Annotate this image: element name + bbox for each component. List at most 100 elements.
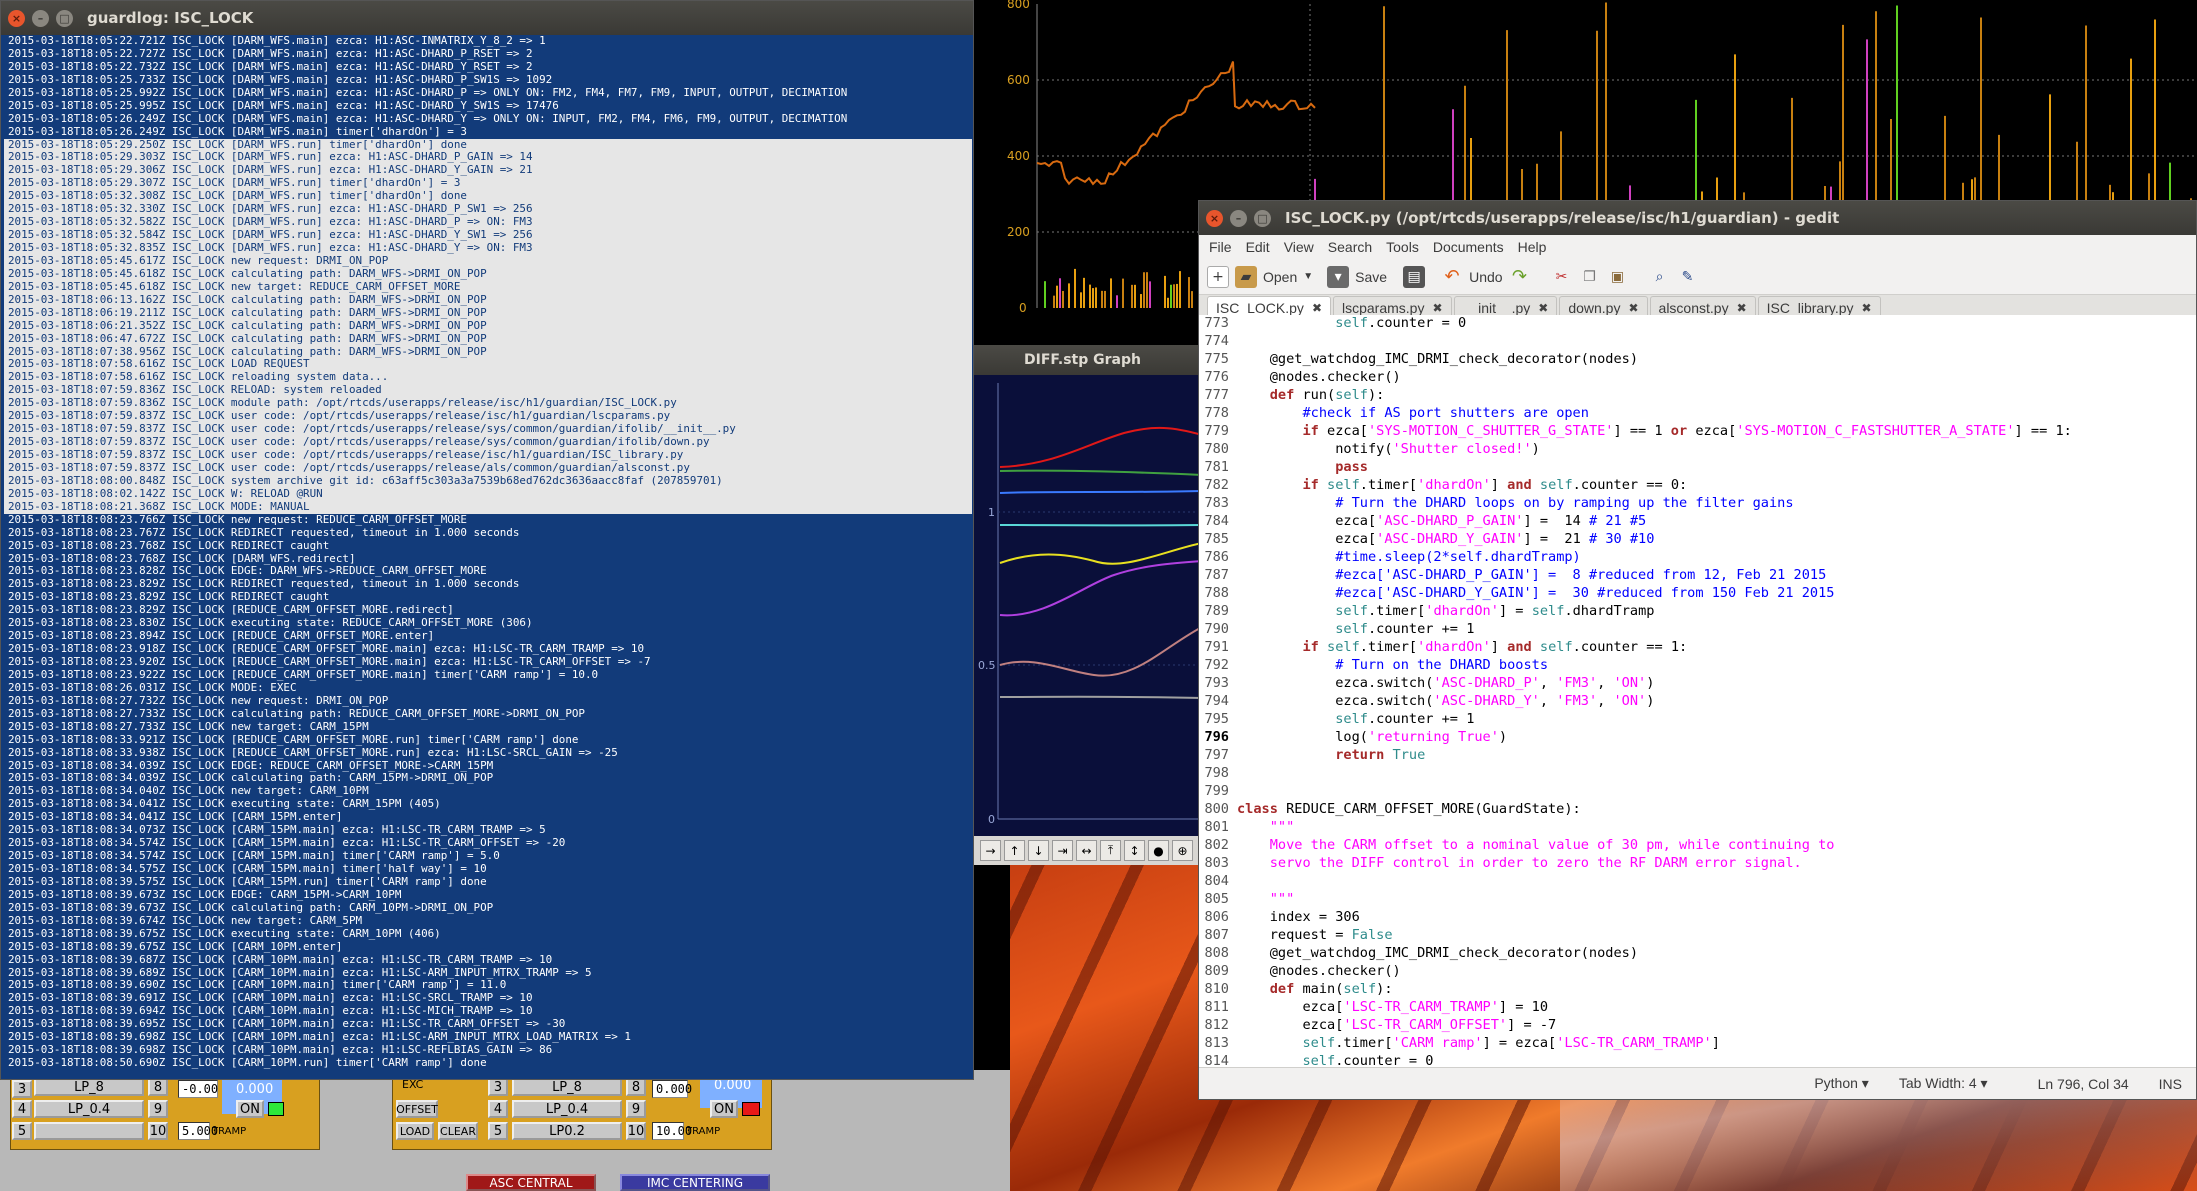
filter-r4-button[interactable]: 4	[488, 1100, 508, 1118]
line-number: 795	[1204, 711, 1229, 727]
close-tab-icon[interactable]: ✖	[1862, 301, 1872, 315]
code-line: 789 self.timer['dhardOn'] = self.dhardTr…	[1199, 603, 2196, 621]
language-selector[interactable]: Python ▾	[1814, 1075, 1869, 1092]
load-button[interactable]: LOAD	[396, 1122, 434, 1140]
r-tramp-value[interactable]: 10.00	[652, 1122, 692, 1140]
gedit-titlebar[interactable]: × – □ ISC_LOCK.py (/opt/rtcds/userapps/r…	[1199, 201, 2196, 235]
close-icon[interactable]: ×	[8, 9, 25, 27]
line-number: 803	[1204, 855, 1229, 871]
filter-lp04-button[interactable]: LP_0.4	[34, 1100, 144, 1118]
paste-icon[interactable]: ▣	[1607, 266, 1629, 288]
tab-width-selector[interactable]: Tab Width: 4 ▾	[1899, 1075, 1988, 1092]
code-line: 811 ezca['LSC-TR_CARM_TRAMP'] = 10	[1199, 999, 2196, 1017]
terminal-log-output[interactable]: 2015-03-18T18:05:22.721Z ISC_LOCK [DARM_…	[4, 35, 972, 1077]
line-number: 812	[1204, 1017, 1229, 1033]
find-icon[interactable]: ⌕	[1649, 266, 1671, 288]
r-on-button[interactable]: ON	[710, 1100, 738, 1118]
filter-r3-button[interactable]: 3	[488, 1078, 508, 1096]
open-dropdown-icon[interactable]: ▼	[1303, 271, 1313, 282]
tab-label: __init__.py	[1462, 299, 1531, 316]
maximize-icon[interactable]: □	[56, 9, 73, 27]
menu-view[interactable]: View	[1284, 239, 1314, 255]
redo-icon[interactable]: ↷	[1509, 266, 1531, 288]
close-tab-icon[interactable]: ✖	[1628, 301, 1638, 315]
maximize-icon[interactable]: □	[1254, 209, 1271, 227]
code-editor[interactable]: 773 self.counter = 0 774 775 @get_watchdog…	[1199, 315, 2196, 1067]
menu-tools[interactable]: Tools	[1386, 239, 1419, 255]
graph-trace-green	[999, 469, 1203, 476]
code-line: 803 servo the DIFF control in order to z…	[1199, 855, 2196, 873]
menu-search[interactable]: Search	[1328, 239, 1372, 255]
imc-centering-button[interactable]: IMC CENTERING	[620, 1174, 770, 1191]
minimize-icon[interactable]: –	[32, 9, 49, 27]
more-icon[interactable]: ⊕	[1172, 840, 1193, 861]
save-icon[interactable]: ▾	[1327, 265, 1350, 288]
tramp-value[interactable]: 5.000	[178, 1122, 218, 1140]
arrow-down-icon[interactable]: ↓	[1028, 840, 1049, 861]
filter-empty-button[interactable]	[34, 1122, 144, 1140]
cut-icon[interactable]: ✂	[1551, 266, 1573, 288]
filter-r9-button[interactable]: 9	[626, 1100, 646, 1118]
menu-edit[interactable]: Edit	[1246, 239, 1270, 255]
zoom-x-icon[interactable]: ⇥	[1052, 840, 1073, 861]
tab-label: lscparams.py	[1342, 299, 1425, 316]
undo-button[interactable]: Undo	[1469, 269, 1502, 285]
expand-x-icon[interactable]: ↔	[1076, 840, 1097, 861]
filter-r-lp2-button[interactable]: LP0.2	[512, 1122, 622, 1140]
log-line: 2015-03-18T18:08:33.938Z ISC_LOCK [REDUC…	[8, 746, 618, 759]
print-icon[interactable]: ▤	[1403, 265, 1426, 288]
open-button[interactable]: Open	[1263, 269, 1297, 285]
graph-toolbar: → ↑ ↓ ⇥ ↔ ⤒ ↕ ● ⊕	[974, 836, 1202, 865]
code-line: 776 @nodes.checker()	[1199, 369, 2196, 387]
menu-help[interactable]: Help	[1518, 239, 1547, 255]
menu-documents[interactable]: Documents	[1433, 239, 1504, 255]
on-button[interactable]: ON	[236, 1100, 264, 1118]
record-icon[interactable]: ●	[1148, 840, 1169, 861]
filter-4-button[interactable]: 4	[12, 1100, 32, 1118]
code-line: 810 def main(self):	[1199, 981, 2196, 999]
filter-r-lp8-button[interactable]: LP_8	[512, 1078, 622, 1096]
gedit-title: ISC_LOCK.py (/opt/rtcds/userapps/release…	[1285, 209, 1840, 227]
log-line: 2015-03-18T18:08:34.041Z ISC_LOCK [CARM_…	[8, 811, 343, 824]
filter-8-button[interactable]: 8	[148, 1078, 168, 1096]
terminal-titlebar[interactable]: × – □ guardlog: ISC_LOCK	[1, 1, 973, 35]
filter-10-button[interactable]: 10	[148, 1122, 168, 1140]
filter-r5-button[interactable]: 5	[488, 1122, 508, 1140]
save-button[interactable]: Save	[1355, 269, 1387, 285]
close-icon[interactable]: ×	[1206, 209, 1223, 227]
new-document-icon[interactable]: +	[1207, 265, 1229, 288]
filter-r-lp04-button[interactable]: LP_0.4	[512, 1100, 622, 1118]
close-tab-icon[interactable]: ✖	[1312, 301, 1322, 315]
clear-button[interactable]: CLEAR	[438, 1122, 478, 1140]
line-number: 782	[1204, 477, 1229, 493]
filter-lp8-button[interactable]: LP_8	[34, 1078, 144, 1096]
open-folder-icon[interactable]: ▰	[1235, 265, 1257, 288]
menu-file[interactable]: File	[1209, 239, 1232, 255]
filter-r10-button[interactable]: 10	[626, 1122, 646, 1140]
close-tab-icon[interactable]: ✖	[1538, 301, 1548, 315]
close-tab-icon[interactable]: ✖	[1432, 301, 1442, 315]
expand-y-icon[interactable]: ↕	[1124, 840, 1145, 861]
filter-9-button[interactable]: 9	[148, 1100, 168, 1118]
minimize-icon[interactable]: –	[1230, 209, 1247, 227]
graph-titlebar[interactable]: DIFF.stp Graph	[974, 345, 1202, 375]
undo-icon[interactable]: ↶	[1441, 266, 1463, 288]
trend-tick-400: 400	[1007, 149, 1030, 163]
log-line: 2015-03-18T18:05:25.995Z ISC_LOCK [DARM_…	[8, 99, 559, 112]
offset-button[interactable]: OFFSET	[396, 1100, 438, 1118]
filter-5-button[interactable]: 5	[12, 1122, 32, 1140]
find-replace-icon[interactable]: ✎	[1677, 266, 1699, 288]
arrow-right-icon[interactable]: →	[980, 840, 1001, 861]
close-tab-icon[interactable]: ✖	[1737, 301, 1747, 315]
asc-central-button[interactable]: ASC CENTRAL	[466, 1174, 596, 1191]
copy-icon[interactable]: ❐	[1579, 266, 1601, 288]
arrow-up-icon[interactable]: ↑	[1004, 840, 1025, 861]
log-line: 2015-03-18T18:06:13.162Z ISC_LOCK calcul…	[4, 293, 972, 307]
filter-3-button[interactable]: 3	[12, 1080, 32, 1098]
code-line: 790 self.counter += 1	[1199, 621, 2196, 639]
code-text: log('returning True')	[1237, 729, 1508, 745]
filter-r8-button[interactable]: 8	[626, 1078, 646, 1096]
log-line: 2015-03-18T18:08:23.830Z ISC_LOCK execut…	[8, 617, 533, 630]
zoom-y-icon[interactable]: ⤒	[1100, 840, 1121, 861]
